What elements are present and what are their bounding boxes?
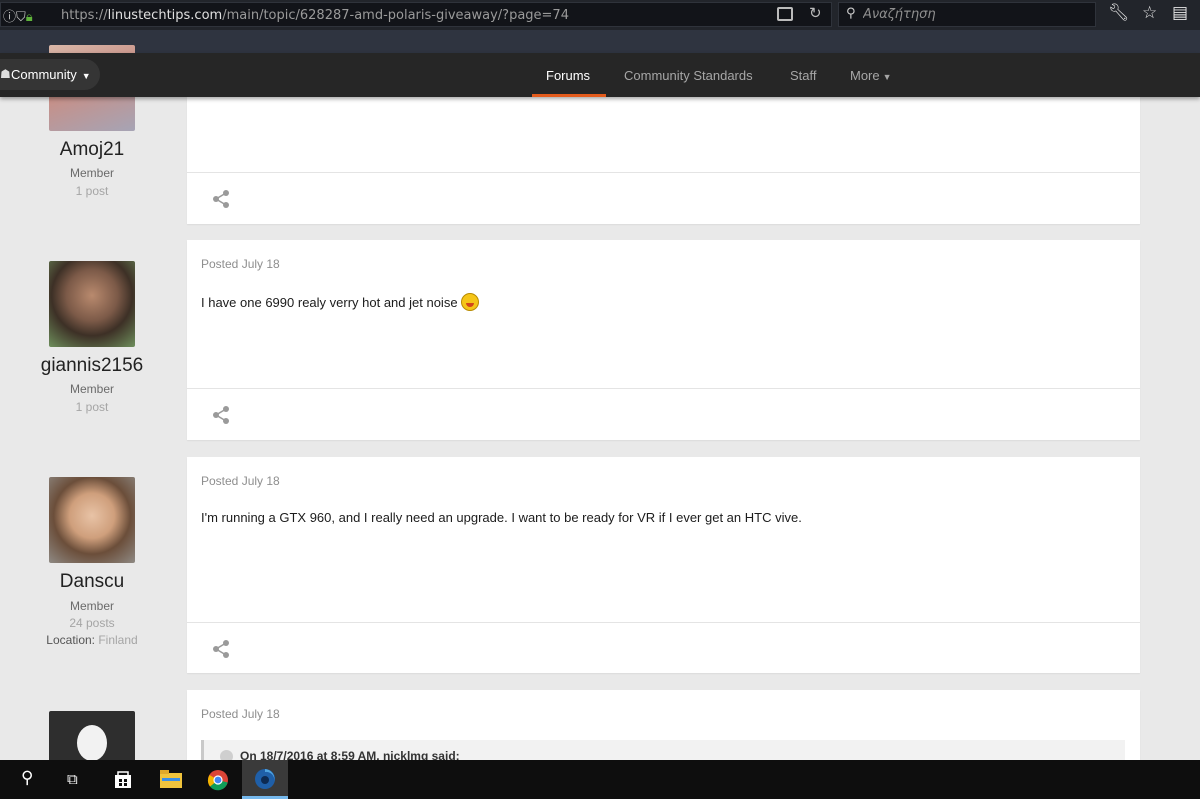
- active-tab-indicator: [532, 94, 606, 97]
- chevron-down-icon: ▼: [882, 72, 892, 82]
- file-explorer-icon[interactable]: [147, 760, 193, 799]
- avatar[interactable]: [49, 261, 135, 347]
- share-icon[interactable]: [211, 405, 231, 425]
- firefox-icon[interactable]: [242, 760, 288, 799]
- reload-icon[interactable]: ↻: [809, 4, 822, 22]
- site-navigation: ☗ Community ▼ Forums Community Standards …: [0, 53, 1200, 97]
- store-icon[interactable]: [100, 760, 146, 799]
- post-date[interactable]: Posted July 18: [201, 707, 280, 721]
- avatar[interactable]: [49, 477, 135, 563]
- post-card: Posted July 18 I have one 6990 realy ver…: [187, 240, 1140, 440]
- reader-view-icon[interactable]: [777, 7, 793, 21]
- url-host: linustechtips.com: [107, 8, 223, 23]
- star-icon[interactable]: ☆: [1142, 3, 1157, 23]
- tongue-emoji-icon: [460, 293, 479, 311]
- browser-tab-strip: [0, 30, 1200, 53]
- site-identity-icons[interactable]: ⓘ⛉🔒︎: [3, 6, 33, 25]
- author-name[interactable]: Danscu: [0, 571, 184, 593]
- wrench-icon[interactable]: 🔧︎: [1108, 3, 1130, 23]
- nav-forums[interactable]: Forums: [546, 68, 590, 83]
- post-footer: [187, 622, 1140, 673]
- post-date[interactable]: Posted July 18: [201, 474, 280, 488]
- windows-taskbar: ⚲ ⧉: [0, 760, 1200, 799]
- search-icon: ⚲: [846, 6, 856, 21]
- task-view-icon[interactable]: ⧉: [54, 760, 100, 799]
- author-name[interactable]: giannis2156: [0, 355, 184, 377]
- info-icon[interactable]: ⓘ: [3, 10, 16, 25]
- nav-more-label: More: [850, 68, 880, 83]
- location-label: Location:: [46, 633, 95, 647]
- author-post-count: 1 post: [75, 184, 109, 198]
- browser-toolbar: ⓘ⛉🔒︎ https://linustechtips.com/main/topi…: [0, 0, 1200, 30]
- community-label: Community: [11, 67, 77, 82]
- post-body: I have one 6990 realy verry hot and jet …: [201, 293, 479, 311]
- nav-more[interactable]: More ▼: [850, 68, 892, 83]
- chevron-down-icon: ▼: [81, 71, 91, 81]
- post-footer: [187, 388, 1140, 439]
- post-card: [187, 97, 1140, 224]
- author-post-count: 24 posts: [69, 616, 115, 630]
- post-text: I have one 6990 realy verry hot and jet …: [201, 295, 458, 310]
- post-card: Posted July 18 On 18/7/2016 at 8:59 AM, …: [187, 690, 1140, 770]
- location-value: Finland: [98, 633, 138, 647]
- post-footer: [187, 172, 1140, 223]
- community-menu-button[interactable]: ☗ Community ▼: [0, 59, 100, 90]
- author-role: Member: [69, 382, 114, 396]
- author-name[interactable]: Amoj21: [0, 139, 184, 161]
- author-role: Member: [69, 166, 114, 180]
- clipboard-icon[interactable]: ▤: [1172, 3, 1188, 23]
- chrome-icon[interactable]: [195, 760, 241, 799]
- windows-search-icon[interactable]: ⚲: [8, 760, 54, 799]
- share-icon[interactable]: [211, 189, 231, 209]
- url-path: /main/topic/628287-amd-polaris-giveaway/…: [222, 8, 569, 23]
- author-post-count: 1 post: [75, 400, 109, 414]
- shield-icon[interactable]: ⛉: [16, 10, 26, 25]
- post-body: I'm running a GTX 960, and I really need…: [201, 510, 802, 525]
- post-card: Posted July 18 I'm running a GTX 960, an…: [187, 457, 1140, 673]
- url-prefix: https://: [61, 8, 108, 23]
- nav-staff[interactable]: Staff: [790, 68, 817, 83]
- url-text[interactable]: https://linustechtips.com/main/topic/628…: [61, 8, 569, 23]
- url-bar[interactable]: ⓘ⛉🔒︎ https://linustechtips.com/main/topi…: [0, 2, 832, 27]
- nav-community-standards[interactable]: Community Standards: [624, 68, 753, 83]
- post-date[interactable]: Posted July 18: [201, 257, 280, 271]
- author-role: Member: [69, 599, 114, 613]
- lock-icon[interactable]: 🔒︎: [26, 10, 33, 25]
- community-icon: ☗: [0, 67, 11, 81]
- search-input[interactable]: [863, 5, 1088, 24]
- author-location: Location: Finland: [0, 633, 184, 647]
- browser-search-box[interactable]: ⚲: [838, 2, 1096, 27]
- share-icon[interactable]: [211, 639, 231, 659]
